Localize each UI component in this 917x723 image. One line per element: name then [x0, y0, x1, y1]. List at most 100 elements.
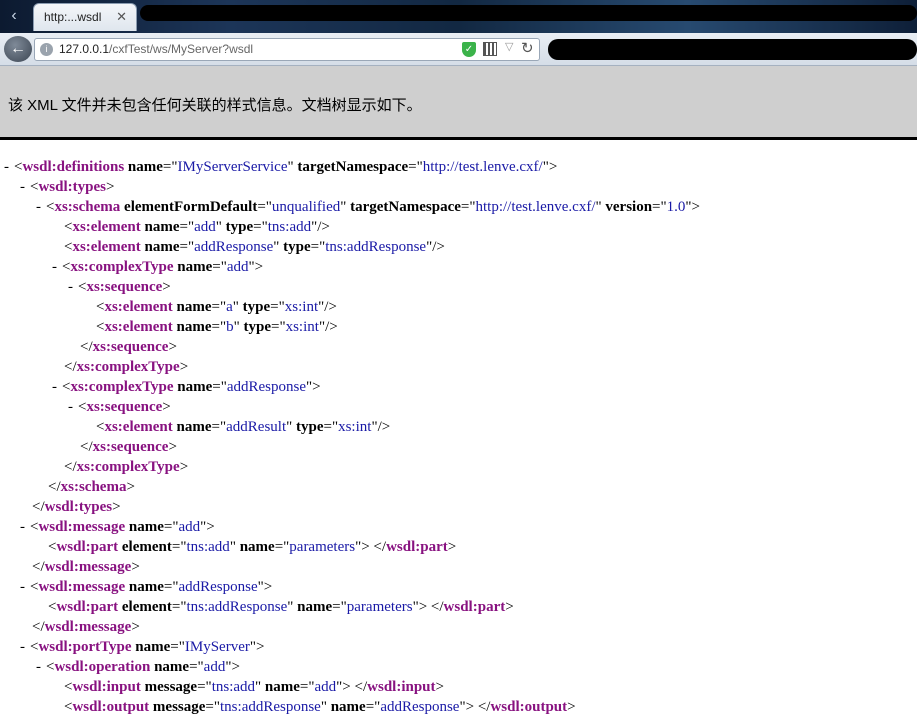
- collapse-toggle[interactable]: -: [20, 577, 30, 597]
- attr-equals: =": [365, 699, 381, 715]
- attr-quote: ": [320, 699, 327, 715]
- tag-name: wsdl:types: [38, 179, 106, 195]
- attr-equals: =": [162, 159, 178, 175]
- tag-bracket: >: [418, 599, 428, 615]
- tag-name: xs:sequence: [92, 339, 169, 355]
- attr-equals: =": [274, 539, 290, 555]
- back-button[interactable]: ←: [4, 36, 32, 62]
- xml-line: </xs:sequence>: [0, 437, 917, 457]
- tag-bracket: >: [505, 599, 514, 615]
- attr-value: addResponse: [178, 579, 258, 595]
- attr-quote: ": [215, 219, 222, 235]
- attr-equals: =": [197, 679, 212, 695]
- attr-value: tns:addResponse: [325, 239, 427, 255]
- url-host: 127.0.0.1: [59, 42, 110, 56]
- tag-name: xs:element: [104, 419, 173, 435]
- attr-value: xs:int: [285, 319, 319, 335]
- collapse-toggle[interactable]: -: [36, 197, 46, 217]
- tag-bracket: >: [168, 439, 177, 455]
- collapse-toggle[interactable]: -: [20, 177, 30, 197]
- attr-value: IMyServerService: [177, 159, 288, 175]
- tab-title: http:...wsdl: [44, 10, 102, 24]
- attr-equals: =": [163, 519, 179, 535]
- xml-line: - <xs:complexType name="add">: [0, 257, 917, 277]
- attr-value: tns:add: [186, 539, 230, 555]
- xml-line: <wsdl:part element="tns:addResponse" nam…: [0, 597, 917, 617]
- close-icon[interactable]: ✕: [116, 9, 127, 25]
- xml-line: <xs:element name="b" type="xs:int"/>: [0, 317, 917, 337]
- attr-name: name: [128, 579, 164, 595]
- attr-name: name: [297, 599, 333, 615]
- xml-line: <wsdl:output message="tns:addResponse" n…: [0, 697, 917, 717]
- tag-bracket: </: [32, 499, 45, 515]
- xml-line: - <wsdl:operation name="add">: [0, 657, 917, 677]
- tag-bracket: </: [32, 619, 45, 635]
- collapse-toggle[interactable]: -: [20, 517, 30, 537]
- xml-line: - <wsdl:message name="addResponse">: [0, 577, 917, 597]
- attr-name: name: [264, 679, 300, 695]
- collapse-toggle[interactable]: -: [52, 257, 62, 277]
- attr-equals: =": [179, 239, 195, 255]
- tag-bracket: >: [131, 619, 140, 635]
- xml-line: - <xs:sequence>: [0, 397, 917, 417]
- attr-name: name: [154, 659, 190, 675]
- tag-name: wsdl:output: [490, 699, 568, 715]
- attr-equals: =": [253, 219, 268, 235]
- attr-name: name: [330, 699, 366, 715]
- chevron-down-icon[interactable]: ▽: [505, 40, 513, 53]
- tag-bracket: >: [254, 259, 264, 275]
- tag-bracket: >: [131, 559, 140, 575]
- xml-line: - <wsdl:portType name="IMyServer">: [0, 637, 917, 657]
- attr-name: name: [135, 639, 171, 655]
- tag-name: xs:complexType: [76, 459, 180, 475]
- attr-value: tns:addResponse: [186, 599, 288, 615]
- attr-equals: =": [211, 419, 227, 435]
- attr-name: name: [176, 319, 212, 335]
- attr-value: addResult: [226, 419, 287, 435]
- attr-name: element: [121, 539, 172, 555]
- tab-scroll-left-icon[interactable]: ‹: [5, 6, 23, 26]
- attr-quote: ": [287, 159, 294, 175]
- collapse-toggle[interactable]: -: [36, 657, 46, 677]
- browser-tab[interactable]: http:...wsdl ✕: [33, 3, 137, 31]
- address-bar[interactable]: i 127.0.0.1/cxfTest/ws/MyServer?wsdl ✓ ▽…: [34, 38, 540, 61]
- tag-bracket: >: [162, 279, 171, 295]
- xml-document-tree: - <wsdl:definitions name="IMyServerServic…: [0, 157, 917, 717]
- tag-bracket: >: [105, 179, 115, 195]
- attr-value: parameters: [289, 539, 356, 555]
- attr-name: name: [239, 539, 275, 555]
- tag-name: xs:sequence: [92, 439, 169, 455]
- collapse-toggle[interactable]: -: [20, 637, 30, 657]
- shield-icon[interactable]: ✓: [462, 42, 476, 57]
- tag-bracket: />: [377, 419, 391, 435]
- url-path: /cxfTest/ws/MyServer?wsdl: [109, 42, 254, 56]
- collapse-toggle[interactable]: -: [68, 277, 78, 297]
- attr-name: type: [283, 239, 311, 255]
- tag-bracket: >: [312, 379, 321, 395]
- attr-value: addResponse: [380, 699, 460, 715]
- attr-quote: ": [233, 319, 240, 335]
- attr-name: elementFormDefault: [124, 199, 258, 215]
- tag-bracket: />: [324, 299, 337, 315]
- tag-name: wsdl:part: [56, 599, 119, 615]
- xml-line: </xs:sequence>: [0, 337, 917, 357]
- xml-line: </wsdl:message>: [0, 617, 917, 637]
- tag-bracket: </: [430, 599, 444, 615]
- tag-bracket: >: [126, 479, 135, 495]
- attr-value: a: [226, 299, 233, 315]
- collapse-toggle[interactable]: -: [52, 377, 62, 397]
- reload-icon[interactable]: ↻: [521, 39, 534, 57]
- qr-code-icon[interactable]: [483, 42, 497, 56]
- tag-bracket: >: [168, 339, 177, 355]
- tag-name: wsdl:operation: [54, 659, 151, 675]
- xml-line: <wsdl:input message="tns:add" name="add"…: [0, 677, 917, 697]
- attr-name: targetNamespace: [350, 199, 461, 215]
- attr-equals: =": [171, 599, 187, 615]
- xml-line: <xs:element name="a" type="xs:int"/>: [0, 297, 917, 317]
- page-info-icon[interactable]: i: [40, 43, 53, 56]
- attr-name: type: [243, 319, 272, 335]
- collapse-toggle[interactable]: -: [68, 397, 78, 417]
- tag-bracket: >: [548, 159, 558, 175]
- collapse-toggle[interactable]: -: [4, 157, 14, 177]
- tag-bracket: >: [231, 659, 240, 675]
